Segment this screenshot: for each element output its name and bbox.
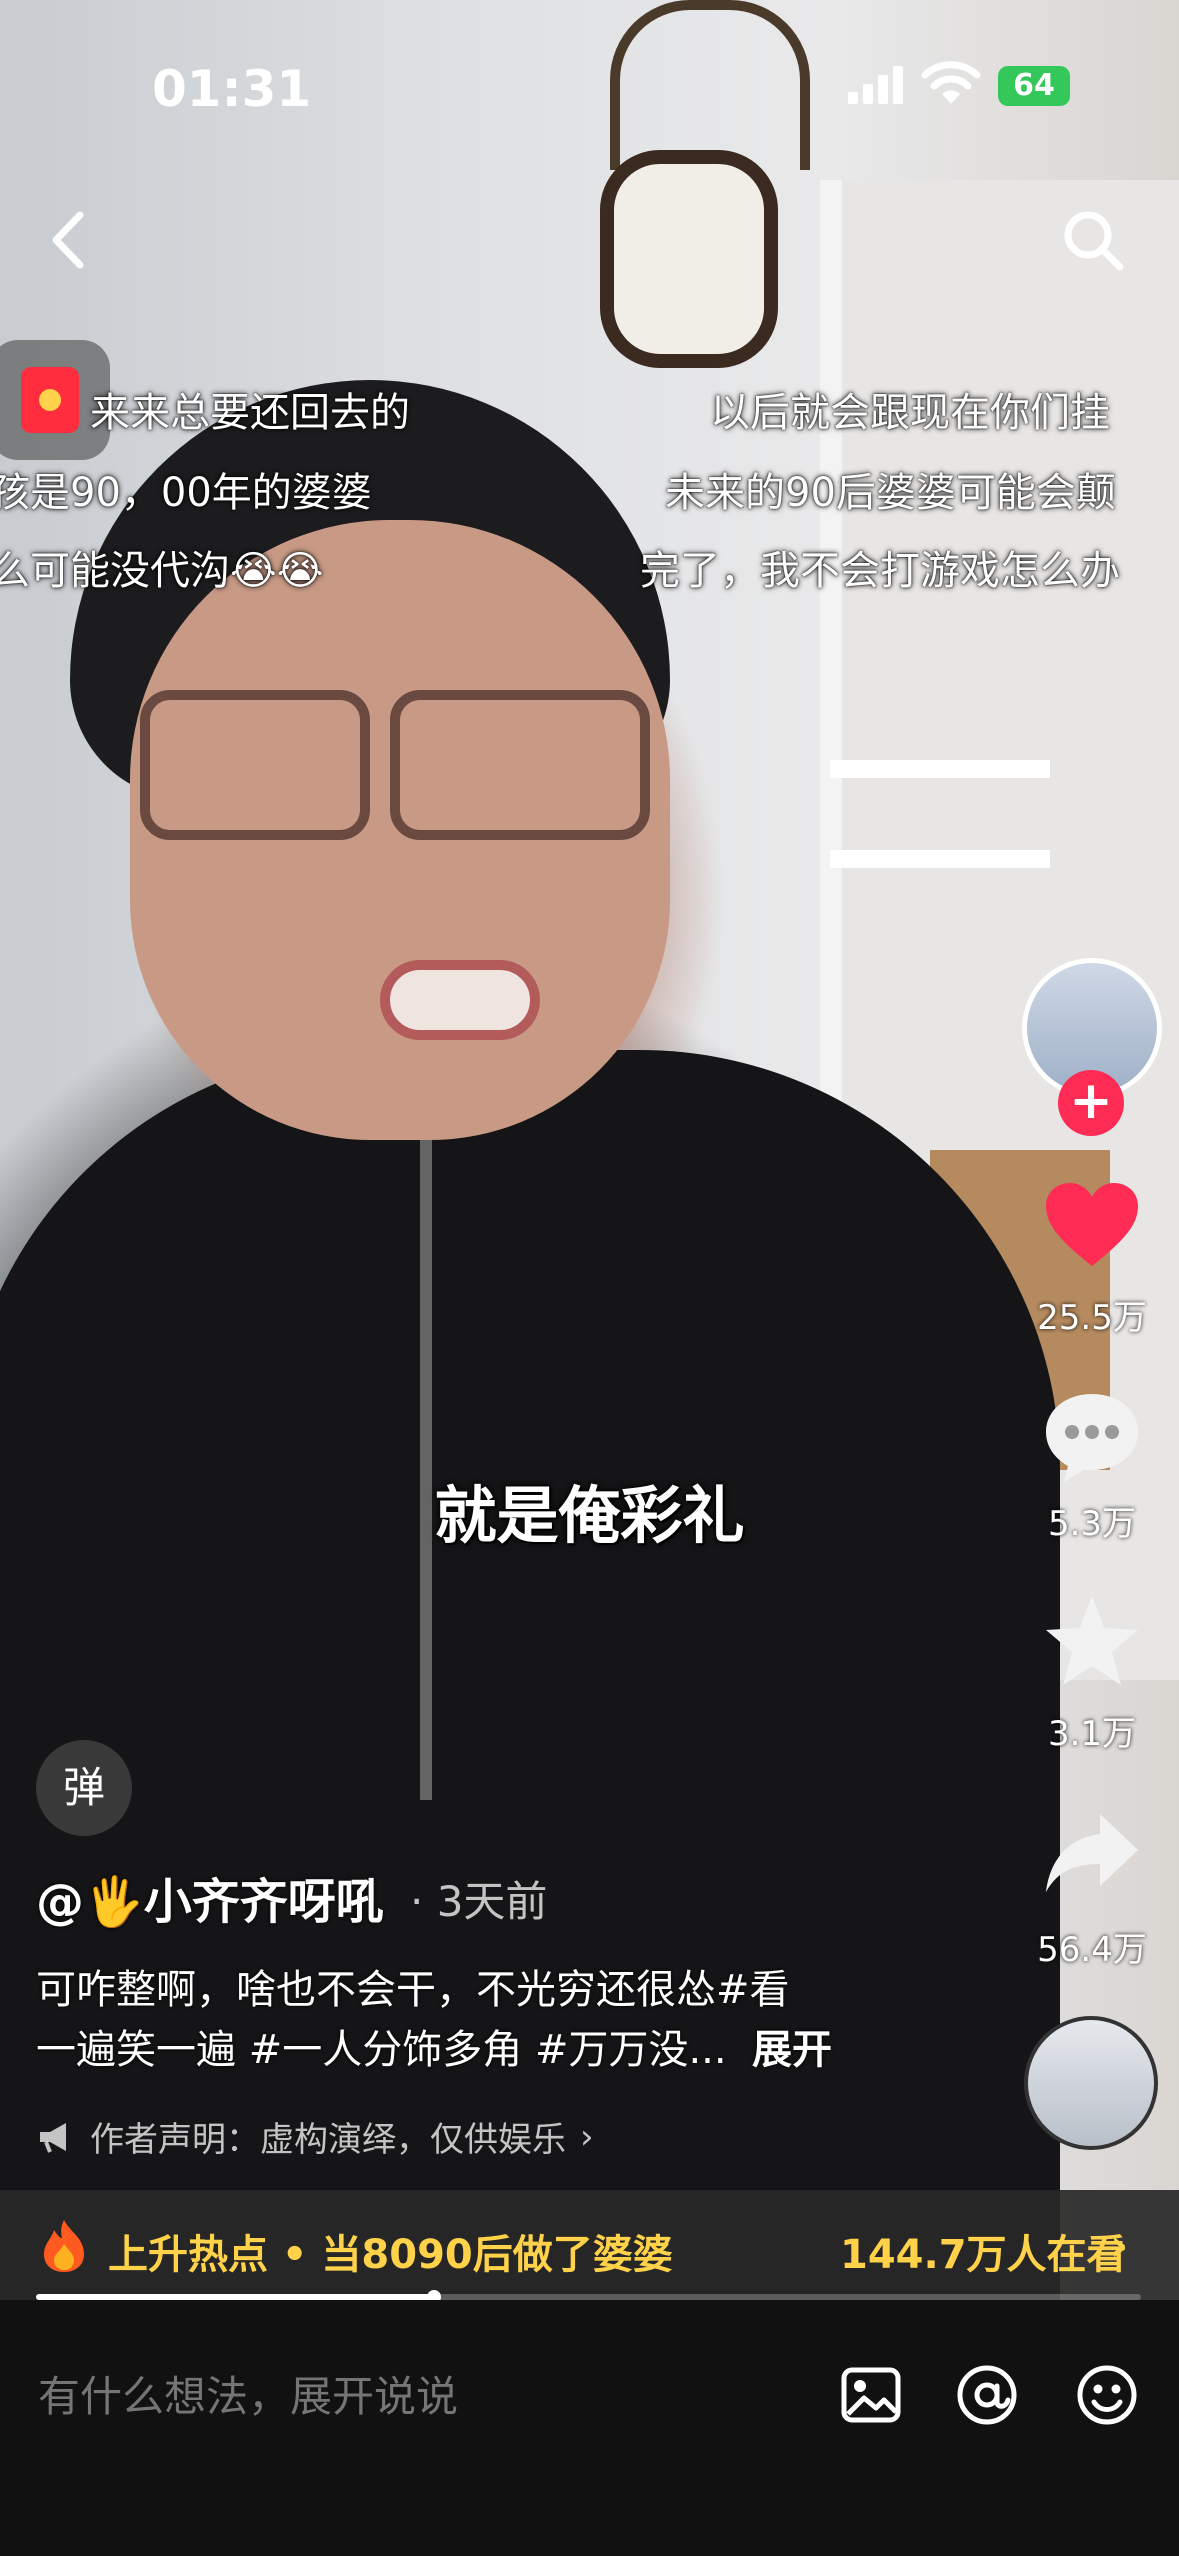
background-clock bbox=[600, 150, 778, 368]
favorite-star-icon[interactable] bbox=[1042, 1592, 1142, 1688]
status-time: 01:31 bbox=[152, 60, 312, 118]
overlay-comment: 以后就会跟现在你们挂 bbox=[710, 390, 1110, 436]
red-envelope-icon bbox=[21, 367, 79, 433]
comment-input[interactable] bbox=[36, 2360, 800, 2432]
video-subtitle: 就是俺彩礼 bbox=[434, 1479, 745, 1552]
fire-icon bbox=[44, 2220, 84, 2272]
share-arrow-icon[interactable] bbox=[1042, 1810, 1142, 1896]
image-icon[interactable] bbox=[838, 2362, 904, 2428]
video-player[interactable] bbox=[0, 0, 1179, 2300]
favorite-count: 3.1万 bbox=[1047, 1714, 1137, 1754]
description-line: 可咋整啊，啥也不会干，不光穷还很怂#看 bbox=[36, 1967, 790, 2013]
disclaimer-text: 作者声明：虚构演绎，仅供娱乐 bbox=[90, 2120, 566, 2160]
battery-indicator: 64 bbox=[998, 66, 1070, 106]
author-disclaimer[interactable]: 作者声明：虚构演绎，仅供娱乐 › bbox=[36, 2112, 594, 2161]
chevron-right-icon: › bbox=[1110, 2220, 1129, 2271]
wifi-icon bbox=[921, 61, 981, 104]
chevron-right-icon: › bbox=[580, 2116, 594, 2157]
background-shelf bbox=[830, 850, 1050, 868]
post-time: · 3天前 bbox=[410, 1877, 548, 1926]
overlay-comment: 未来的90后婆婆可能会颠 bbox=[665, 470, 1116, 516]
comment-count: 5.3万 bbox=[1047, 1504, 1137, 1544]
person-mouth bbox=[380, 960, 540, 1040]
video-description[interactable]: 可咋整啊，啥也不会干，不光穷还很怂#看 一遍笑一遍 #一人分饰多角 #万万没..… bbox=[36, 1960, 896, 2080]
like-heart-icon[interactable] bbox=[1042, 1180, 1142, 1270]
back-arrow-icon[interactable] bbox=[40, 205, 100, 275]
expand-button[interactable]: 展开 bbox=[752, 2027, 832, 2073]
share-count: 56.4万 bbox=[1037, 1930, 1147, 1970]
hot-topic-text: 上升热点 • 当8090后做了婆婆 bbox=[108, 2232, 673, 2278]
mention-at-icon[interactable] bbox=[954, 2362, 1020, 2428]
author-name[interactable]: @🖐小齐齐呀吼 bbox=[36, 1862, 384, 1932]
hot-viewer-count: 144.7万人在看 bbox=[840, 2232, 1127, 2278]
danmu-toggle-button[interactable]: 弹 bbox=[36, 1740, 132, 1836]
overlay-comment: 么可能没代沟😭😭 bbox=[0, 548, 324, 594]
music-disc-avatar[interactable] bbox=[1024, 2016, 1158, 2150]
emoji-icon[interactable] bbox=[1074, 2362, 1140, 2428]
overlay-comment: 完了，我不会打游戏怎么办 bbox=[640, 548, 1120, 594]
overlay-comment: 孩是90，00年的婆婆 bbox=[0, 470, 372, 516]
cellular-signal-icon bbox=[848, 66, 903, 104]
follow-plus-button[interactable]: + bbox=[1058, 1070, 1124, 1136]
megaphone-icon bbox=[40, 2122, 66, 2153]
comment-bubble-icon[interactable] bbox=[1042, 1388, 1142, 1484]
search-icon[interactable] bbox=[1058, 205, 1128, 275]
person-glasses bbox=[140, 690, 370, 840]
overlay-comment: 来来总要还回去的 bbox=[90, 390, 410, 436]
background-shelf bbox=[830, 760, 1050, 778]
description-line: 一遍笑一遍 #一人分饰多角 #万万没... bbox=[36, 2027, 727, 2073]
like-count: 25.5万 bbox=[1037, 1298, 1147, 1338]
status-bar: 01:31 64 bbox=[0, 0, 1179, 170]
person-glasses bbox=[390, 690, 650, 840]
person-zipper bbox=[420, 1100, 432, 1800]
